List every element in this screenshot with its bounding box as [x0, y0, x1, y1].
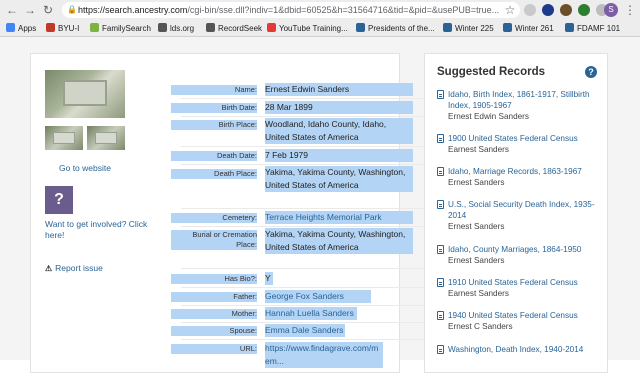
suggested-record-item[interactable]: 1910 United States Federal Census Earnest…: [437, 277, 603, 299]
cemetery-label: Cemetery:: [171, 213, 257, 223]
mother-link[interactable]: Hannah Luella Sanders: [265, 307, 357, 320]
report-issue-link[interactable]: ⚠ Report issue: [45, 263, 103, 273]
bookmark-youtube[interactable]: YouTube Training...: [267, 23, 348, 34]
bookmark-recordseek[interactable]: RecordSeek: [206, 23, 262, 34]
suggested-records-panel: Suggested Records ? Idaho, Birth Index, …: [424, 53, 608, 373]
birth-date-value: 28 Mar 1899: [265, 101, 413, 114]
back-icon[interactable]: ←: [4, 2, 20, 18]
father-label: Father:: [171, 292, 257, 302]
browser-toolbar: ← → ↻ 🔒 https://search.ancestry.com/cgi-…: [0, 0, 640, 20]
burial-label: Burial or Cremation Place:: [171, 230, 257, 250]
bookmark-familysearch[interactable]: FamilySearch: [90, 23, 151, 34]
grave-thumbnail[interactable]: [87, 126, 125, 150]
warning-icon: ⚠: [45, 264, 53, 273]
suggested-record-item[interactable]: U.S., Social Security Death Index, 1935-…: [437, 199, 603, 232]
birth-date-label: Birth Date:: [171, 103, 257, 113]
burial-value: Yakima, Yakima County, Washington, Unite…: [265, 228, 413, 254]
has-bio-value: Y: [265, 272, 273, 285]
document-icon: [437, 134, 444, 143]
help-icon[interactable]: ?: [585, 66, 597, 78]
document-icon: [437, 311, 444, 320]
suggested-record-item[interactable]: Idaho, County Marriages, 1864-1950 Ernest…: [437, 244, 603, 266]
death-date-value: 7 Feb 1979: [265, 149, 413, 162]
suggested-record-item[interactable]: Idaho, Birth Index, 1861-1917, Stillbirt…: [437, 89, 603, 122]
spouse-label: Spouse:: [171, 326, 257, 336]
menu-icon[interactable]: ⋮: [622, 2, 638, 18]
address-bar[interactable]: 🔒 https://search.ancestry.com/cgi-bin/ss…: [62, 2, 520, 18]
suggested-records-title: Suggested Records: [437, 66, 545, 78]
go-to-website-link[interactable]: Go to website: [59, 163, 111, 173]
spouse-link[interactable]: Emma Dale Sanders: [265, 324, 345, 337]
get-involved-link[interactable]: Want to get involved? Click here!: [45, 219, 155, 241]
suggested-record-item[interactable]: Washington, Death Index, 1940-2014: [437, 344, 603, 355]
extension-icon[interactable]: [578, 4, 590, 16]
has-bio-label: Has Bio?:: [171, 274, 257, 284]
suggested-record-item[interactable]: 1900 United States Federal Census Earnest…: [437, 133, 603, 155]
bookmark-star-icon[interactable]: ☆: [502, 2, 518, 18]
name-value: Ernest Edwin Sanders: [265, 83, 413, 96]
grave-thumbnail[interactable]: [45, 126, 83, 150]
name-label: Name:: [171, 85, 257, 95]
death-date-label: Death Date:: [171, 151, 257, 161]
mother-label: Mother:: [171, 309, 257, 319]
document-icon: [437, 167, 444, 176]
lock-icon: 🔒: [67, 5, 77, 14]
bookmark-fdamf101[interactable]: FDAMF 101: [565, 23, 620, 34]
document-icon: [437, 345, 444, 354]
findagrave-url-link[interactable]: https://www.findagrave.com/mem...: [265, 342, 383, 368]
death-place-label: Death Place:: [171, 169, 257, 179]
bookmark-byui[interactable]: BYU-I: [46, 23, 79, 34]
suggested-record-item[interactable]: Idaho, Marriage Records, 1863-1967 Ernest…: [437, 166, 603, 188]
url-host: https://search.ancestry.com: [78, 5, 188, 15]
extension-icon[interactable]: [560, 4, 572, 16]
profile-avatar[interactable]: S: [604, 3, 618, 17]
father-link[interactable]: George Fox Sanders: [265, 290, 371, 303]
get-involved-icon[interactable]: ?: [45, 186, 73, 214]
death-place-value: Yakima, Yakima County, Washington, Unite…: [265, 166, 413, 192]
grave-photo[interactable]: [45, 70, 125, 118]
birth-place-label: Birth Place:: [171, 120, 257, 130]
extension-icon[interactable]: [524, 4, 536, 16]
bookmark-winter261[interactable]: Winter 261: [503, 23, 554, 34]
page-content: Go to website ? Want to get involved? Cl…: [0, 37, 640, 373]
bookmark-presidents[interactable]: Presidents of the...: [356, 23, 435, 34]
extension-icon[interactable]: [542, 4, 554, 16]
url-path: /cgi-bin/sse.dll?indiv=1&dbid=60525&h=31…: [187, 5, 500, 15]
reload-icon[interactable]: ↻: [40, 2, 56, 18]
document-icon: [437, 200, 444, 209]
document-icon: [437, 278, 444, 287]
record-card: Go to website ? Want to get involved? Cl…: [30, 53, 427, 373]
birth-place-value: Woodland, Idaho County, Idaho, United St…: [265, 118, 413, 144]
cemetery-value[interactable]: Terrace Heights Memorial Park: [265, 211, 413, 224]
bookmarks-bar: Apps BYU-I FamilySearch lds.org RecordSe…: [0, 20, 640, 37]
bookmark-apps[interactable]: Apps: [6, 23, 36, 34]
bookmark-lds[interactable]: lds.org: [158, 23, 194, 34]
suggested-record-item[interactable]: 1940 United States Federal Census Ernest …: [437, 310, 603, 332]
url-label: URL:: [171, 344, 257, 354]
document-icon: [437, 90, 444, 99]
bookmark-winter225[interactable]: Winter 225: [443, 23, 494, 34]
document-icon: [437, 245, 444, 254]
forward-icon[interactable]: →: [22, 2, 38, 18]
